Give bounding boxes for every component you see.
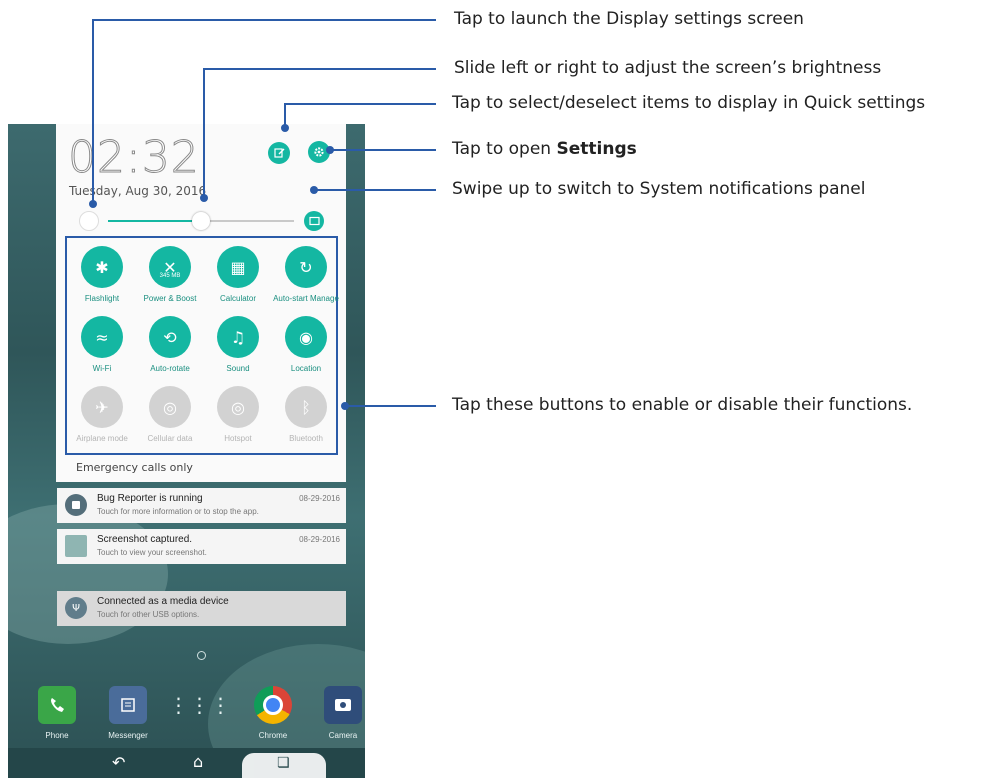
callout-line-edit-quick-settings [284, 103, 436, 128]
callout-open-settings: Tap to open Settings [452, 139, 637, 159]
callout-tiles: Tap these buttons to enable or disable t… [452, 395, 913, 415]
callout-edit-quick-settings: Tap to select/deselect items to display … [452, 93, 926, 113]
callout-lines [89, 19, 436, 410]
callout-line-display-settings [92, 19, 436, 204]
callout-open-settings-text: Tap to open [452, 139, 557, 159]
callout-brightness: Slide left or right to adjust the screen… [454, 58, 882, 78]
callout-settings-bold: Settings [556, 139, 637, 159]
callout-swipe-up: Swipe up to switch to System notificatio… [452, 179, 866, 199]
callout-display-settings: Tap to launch the Display settings scree… [454, 9, 804, 29]
callout-line-brightness [203, 68, 436, 198]
